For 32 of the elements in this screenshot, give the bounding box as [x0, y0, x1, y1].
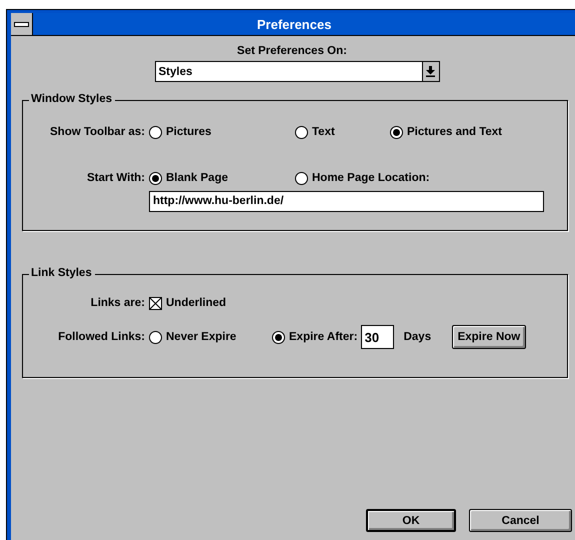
- radio-label[interactable]: Home Page Location:: [312, 172, 430, 184]
- radio-button[interactable]: [295, 172, 308, 184]
- radio-button[interactable]: [149, 172, 162, 184]
- system-menu-button[interactable]: [11, 13, 33, 35]
- dialog-button[interactable]: Cancel: [469, 509, 572, 532]
- radio-button[interactable]: [295, 126, 308, 138]
- expire-now-button[interactable]: Expire Now: [452, 325, 526, 349]
- radio-button[interactable]: [149, 126, 162, 138]
- radio-label[interactable]: Expire After:: [289, 331, 358, 343]
- radio-label[interactable]: Never Expire: [166, 331, 236, 343]
- group-title: Window Styles: [29, 93, 116, 105]
- radio-label[interactable]: Pictures and Text: [407, 126, 502, 138]
- group-title: Link Styles: [29, 267, 95, 279]
- followed-links-label: Followed Links:: [57, 331, 146, 343]
- home-page-field[interactable]: http://www.hu-berlin.de/: [149, 190, 544, 212]
- preferences-dropdown[interactable]: Styles: [154, 61, 440, 82]
- preferences-label: Set Preferences On:: [237, 45, 347, 57]
- days-field[interactable]: 30: [360, 325, 394, 349]
- window-title: Preferences: [257, 16, 332, 32]
- checkbox[interactable]: [149, 296, 162, 310]
- start-with-label: Start With:: [86, 172, 146, 184]
- checkbox-label[interactable]: Underlined: [166, 297, 226, 309]
- toolbar-label: Show Toolbar as:: [49, 126, 146, 138]
- radio-label[interactable]: Blank Page: [166, 172, 228, 184]
- days-label: Days: [404, 331, 432, 343]
- radio-button[interactable]: [390, 126, 403, 138]
- radio-label[interactable]: Pictures: [166, 126, 212, 138]
- dialog-button[interactable]: OK: [366, 509, 456, 532]
- radio-button[interactable]: [149, 330, 162, 344]
- radio-button[interactable]: [272, 330, 285, 344]
- radio-label[interactable]: Text: [312, 126, 335, 138]
- links-label: Links are:: [90, 297, 146, 309]
